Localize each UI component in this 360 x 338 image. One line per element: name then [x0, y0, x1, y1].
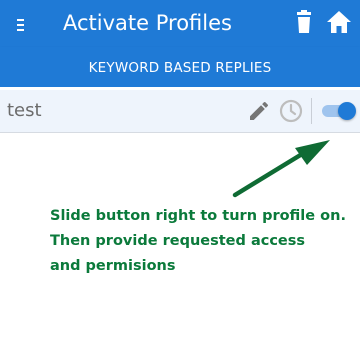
tab-keyword-based-replies[interactable]: KEYWORD BASED REPLIES: [0, 47, 360, 90]
trash-icon[interactable]: [292, 9, 316, 35]
toggle-thumb: [338, 102, 356, 120]
tab-bar: KEYWORD BASED REPLIES: [0, 47, 360, 90]
hint-line: Slide button right to turn profile on.: [50, 208, 346, 224]
profile-row[interactable]: test: [0, 90, 360, 133]
pencil-icon[interactable]: [247, 99, 271, 123]
clock-icon[interactable]: [278, 98, 304, 124]
hint-text: Slide button right to turn profile on. T…: [50, 204, 346, 279]
page-title: Activate Profiles: [63, 11, 232, 35]
app-bar: Activate Profiles: [0, 0, 360, 47]
profile-name: test: [7, 100, 42, 121]
home-icon[interactable]: [326, 9, 352, 35]
row-divider: [311, 98, 312, 124]
menu-icon[interactable]: [12, 14, 32, 34]
hint-line: Then provide requested access: [50, 233, 306, 249]
hint-arrow-icon: [232, 140, 330, 198]
hint-line: and permisions: [50, 258, 176, 274]
profile-toggle[interactable]: [322, 102, 356, 120]
tab-label: KEYWORD BASED REPLIES: [88, 60, 272, 76]
